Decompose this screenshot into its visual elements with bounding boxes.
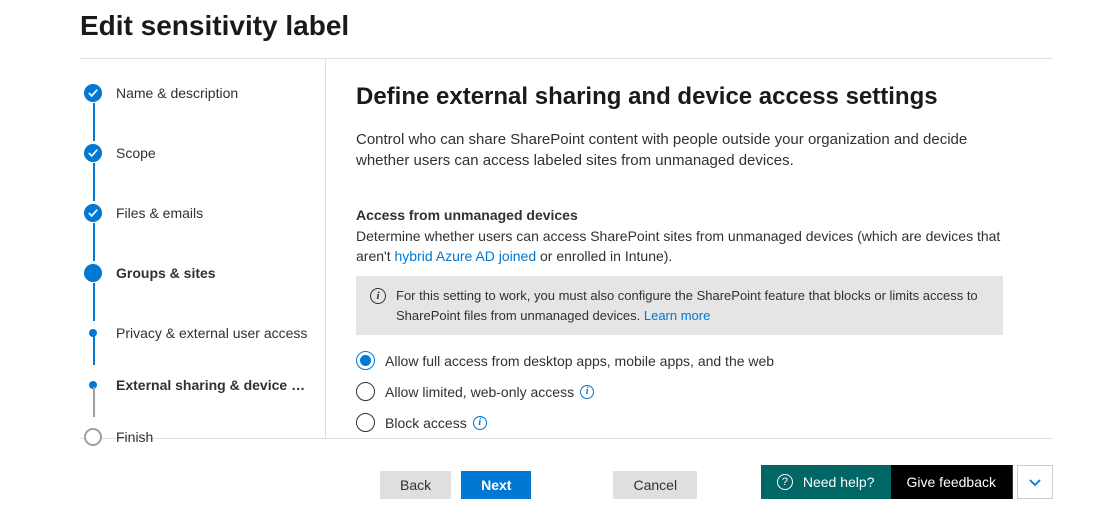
info-icon[interactable]: i: [580, 385, 594, 399]
step-label: Privacy & external user access: [116, 325, 307, 341]
access-radio-group: Allow full access from desktop apps, mob…: [356, 351, 1003, 432]
give-feedback-button[interactable]: Give feedback: [891, 465, 1014, 499]
step-label: Files & emails: [116, 205, 203, 221]
next-button[interactable]: Next: [461, 471, 531, 499]
info-icon: i: [370, 288, 386, 304]
main-heading: Define external sharing and device acces…: [356, 83, 1003, 111]
info-bar: i For this setting to work, you must als…: [356, 276, 1003, 335]
check-icon: [84, 204, 102, 222]
wizard-sidebar: Name & description Scope Files & emails: [80, 59, 326, 438]
step-files-emails[interactable]: Files & emails: [84, 201, 311, 225]
current-step-icon: [84, 264, 102, 282]
step-label: Groups & sites: [116, 265, 216, 281]
section-title: Access from unmanaged devices: [356, 207, 1003, 223]
question-icon: ?: [777, 474, 793, 490]
step-name-description[interactable]: Name & description: [84, 81, 311, 105]
radio-allow-limited[interactable]: Allow limited, web-only access i: [356, 382, 1003, 401]
learn-more-link[interactable]: Learn more: [644, 308, 710, 323]
step-groups-sites[interactable]: Groups & sites: [84, 261, 311, 285]
radio-button-icon: [356, 351, 375, 370]
info-icon[interactable]: i: [473, 416, 487, 430]
radio-label: Allow full access from desktop apps, mob…: [385, 353, 774, 369]
check-icon: [84, 144, 102, 162]
section-description: Determine whether users can access Share…: [356, 227, 1003, 266]
back-button[interactable]: Back: [380, 471, 451, 499]
radio-button-icon: [356, 413, 375, 432]
main-description: Control who can share SharePoint content…: [356, 129, 1003, 171]
radio-label: Allow limited, web-only access: [385, 384, 574, 400]
substep-external-sharing[interactable]: External sharing & device ac...: [84, 373, 311, 397]
step-scope[interactable]: Scope: [84, 141, 311, 165]
cancel-button[interactable]: Cancel: [613, 471, 697, 499]
step-label: Finish: [116, 429, 153, 445]
step-finish[interactable]: Finish: [84, 425, 311, 449]
hybrid-azure-ad-link[interactable]: hybrid Azure AD joined: [394, 248, 536, 264]
step-label: Scope: [116, 145, 156, 161]
upcoming-step-icon: [84, 428, 102, 446]
substep-privacy[interactable]: Privacy & external user access: [84, 321, 311, 345]
need-help-button[interactable]: ? Need help?: [761, 465, 891, 499]
radio-allow-full[interactable]: Allow full access from desktop apps, mob…: [356, 351, 1003, 370]
page-title: Edit sensitivity label: [0, 0, 1093, 58]
step-label: Name & description: [116, 85, 238, 101]
main-panel: Define external sharing and device acces…: [326, 59, 1053, 438]
check-icon: [84, 84, 102, 102]
step-label: External sharing & device ac...: [116, 377, 311, 393]
radio-button-icon: [356, 382, 375, 401]
radio-label: Block access: [385, 415, 467, 431]
feedback-chevron-button[interactable]: [1017, 465, 1053, 499]
chevron-down-icon: [1028, 475, 1042, 489]
radio-block[interactable]: Block access i: [356, 413, 1003, 432]
